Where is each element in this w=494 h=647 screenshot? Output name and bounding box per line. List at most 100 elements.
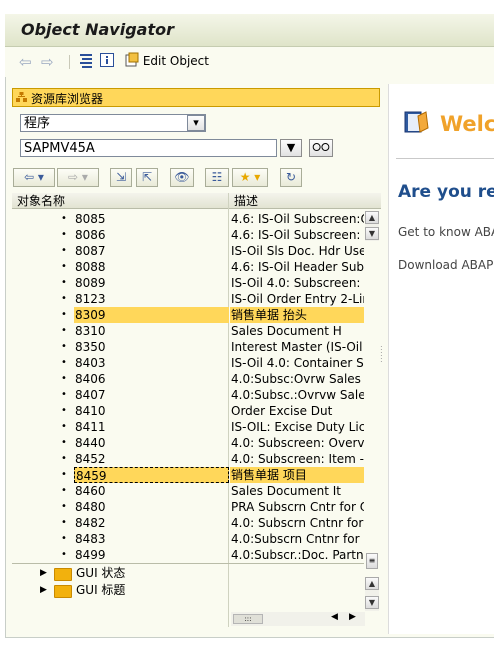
table-row[interactable]: • 8499 4.0:Subscr.:Doc. Partne (12, 547, 364, 563)
row-object-name: 8482 (75, 516, 106, 530)
row-object-name: 8088 (75, 260, 106, 274)
horizontal-scrollbar[interactable]: ::: ◀ ▶ (231, 612, 365, 626)
table-row[interactable]: • 8480 PRA Subscrn Cntr for Ov (12, 499, 364, 515)
object-name-input[interactable]: SAPMV45A (20, 139, 277, 157)
row-object-name: 8499 (75, 548, 106, 562)
row-object-name: 8123 (75, 292, 106, 306)
scroll-down-icon[interactable]: ▼ (365, 596, 379, 609)
bullet-icon: • (61, 373, 67, 384)
row-object-name: 8459 (74, 467, 229, 483)
repository-browser-header[interactable]: 资源库浏览器 (12, 88, 380, 107)
row-description: IS-Oil 4.0: Subscreen: O (231, 276, 364, 290)
table-row[interactable]: • 8310 Sales Document H (12, 323, 364, 339)
folder-scrollbar[interactable]: ▲ ▼ (365, 577, 379, 611)
table-row[interactable]: • 8483 4.0:Subscrn Cntnr for Pr (12, 531, 364, 547)
chevron-down-icon[interactable]: ▾ (187, 115, 205, 131)
bullet-icon: • (61, 421, 67, 432)
table-row[interactable]: • 8350 Interest Master (IS-Oil S (12, 339, 364, 355)
column-header-object-name[interactable]: 对象名称 (12, 193, 229, 209)
row-description: IS-Oil Order Entry 2-Line (231, 292, 364, 306)
object-type-select[interactable]: 程序 (20, 114, 206, 132)
bullet-icon: • (61, 309, 67, 320)
column-header-object-name-label: 对象名称 (17, 194, 66, 208)
table-row[interactable]: • 8406 4.0:Subsc:Ovrw Sales Sc (12, 371, 364, 387)
bullet-icon: • (61, 245, 67, 256)
scroll-left-icon[interactable]: ◀ (331, 612, 338, 622)
binoculars-icon[interactable]: 👁 (170, 168, 194, 187)
row-description: 4.0:Subscrn Cntnr for Pr (231, 532, 364, 546)
org-tree-icon (16, 92, 27, 102)
get-to-know-link[interactable]: Get to know ABA (398, 225, 494, 239)
favorites-star-icon[interactable]: ★ ▾ (232, 168, 268, 187)
back-arrow-icon: ⇦ ▾ (24, 170, 44, 184)
bullet-icon: • (61, 357, 67, 368)
folder-icon (54, 568, 72, 581)
row-object-name: 8403 (75, 356, 106, 370)
row-object-name: 8440 (75, 436, 106, 450)
table-row[interactable]: • 8459 销售单据 项目 (12, 467, 364, 483)
bullet-icon: • (61, 485, 67, 496)
row-description: 4.0:Subscr.:Doc. Partne (231, 548, 364, 562)
scroll-down-icon[interactable]: ▼ (365, 227, 379, 240)
list-scrollbar[interactable]: ▲ ▼ (365, 211, 379, 241)
info-icon[interactable] (100, 53, 114, 71)
table-row[interactable]: • 8403 IS-Oil 4.0: Container Scr (12, 355, 364, 371)
scroll-up-icon[interactable]: ▲ (365, 211, 379, 224)
row-object-name: 8085 (75, 212, 106, 226)
back-icon[interactable]: ⇦ (19, 53, 32, 71)
row-description: 4.0: Subscreen: Overvie (231, 436, 364, 450)
scroll-thumb[interactable]: ::: (233, 614, 263, 624)
abap-book-icon (402, 108, 430, 136)
bullet-icon: • (61, 469, 67, 480)
splitter-handle[interactable]: ::: (380, 344, 384, 371)
table-row[interactable]: • 8452 4.0: Subscreen: Item - S (12, 451, 364, 467)
resize-grip-icon[interactable]: ≡ (366, 553, 378, 569)
row-description: IS-Oil Sls Doc. Hdr Usere (231, 244, 364, 258)
row-object-name: 8086 (75, 228, 106, 242)
scroll-up-icon[interactable]: ▲ (365, 577, 379, 590)
are-you-ready-heading: Are you rea (398, 182, 494, 202)
expand-down-icon[interactable]: ⇲ (110, 168, 132, 187)
table-row[interactable]: • 8410 Order Excise Dut (12, 403, 364, 419)
next-object-button[interactable]: ⇨ ▾ (57, 168, 99, 187)
hierarchy-tree-icon[interactable]: ☷ (205, 168, 229, 187)
table-row[interactable]: • 8407 4.0:Subsc.:Ovrvw Sales (12, 387, 364, 403)
table-row[interactable]: • 8086 4.6: IS-Oil Subscreen: O (12, 227, 364, 243)
row-object-name: 8460 (75, 484, 106, 498)
row-object-name: 8410 (75, 404, 106, 418)
edit-object-button[interactable]: Edit Object (125, 52, 209, 70)
table-row[interactable]: • 8482 4.0: Subscrn Cntnr for S (12, 515, 364, 531)
bullet-icon: • (61, 437, 67, 448)
expand-triangle-icon[interactable]: ▶ (40, 582, 47, 598)
row-object-name: 8089 (75, 276, 106, 290)
table-row[interactable]: • 8089 IS-Oil 4.0: Subscreen: O (12, 275, 364, 291)
expand-triangle-icon[interactable]: ▶ (40, 565, 47, 581)
row-description: 销售单据 抬头 (230, 307, 364, 323)
folder-label: GUI 状态 (76, 566, 126, 580)
forward-icon[interactable]: ⇨ (41, 53, 54, 71)
bullet-icon: • (61, 453, 67, 464)
collapse-up-icon[interactable]: ⇱ (136, 168, 158, 187)
table-row[interactable]: • 8460 Sales Document It (12, 483, 364, 499)
table-row[interactable]: • 8123 IS-Oil Order Entry 2-Line (12, 291, 364, 307)
table-row[interactable]: • 8085 4.6: IS-Oil Subscreen:Ov (12, 211, 364, 227)
display-glasses-icon[interactable]: ⭘⭘ (309, 139, 333, 157)
row-description: 4.0: Subscrn Cntnr for S (231, 516, 364, 530)
object-type-value: 程序 (24, 116, 51, 131)
table-row[interactable]: • 8309 销售单据 抬头 (12, 307, 364, 323)
previous-object-button[interactable]: ⇦ ▾ (13, 168, 55, 187)
repository-browser-title: 资源库浏览器 (31, 92, 104, 106)
hierarchy-icon[interactable] (79, 53, 93, 71)
table-row[interactable]: • 8087 IS-Oil Sls Doc. Hdr Usere (12, 243, 364, 259)
row-description: 销售单据 项目 (230, 467, 364, 483)
dropdown-arrow-icon[interactable]: ▼ (280, 139, 302, 157)
refresh-icon[interactable]: ↻ (280, 168, 302, 187)
table-row[interactable]: • 8088 4.6: IS-Oil Header Subsc (12, 259, 364, 275)
table-row[interactable]: • 8440 4.0: Subscreen: Overvie (12, 435, 364, 451)
table-row[interactable]: • 8411 IS-OIL: Excise Duty Licer (12, 419, 364, 435)
row-description: PRA Subscrn Cntr for Ov (231, 500, 364, 514)
bullet-icon: • (61, 261, 67, 272)
scroll-right-icon[interactable]: ▶ (349, 612, 356, 622)
download-abap-link[interactable]: Download ABAP (398, 258, 493, 272)
column-header-description[interactable]: 描述 (229, 193, 381, 209)
